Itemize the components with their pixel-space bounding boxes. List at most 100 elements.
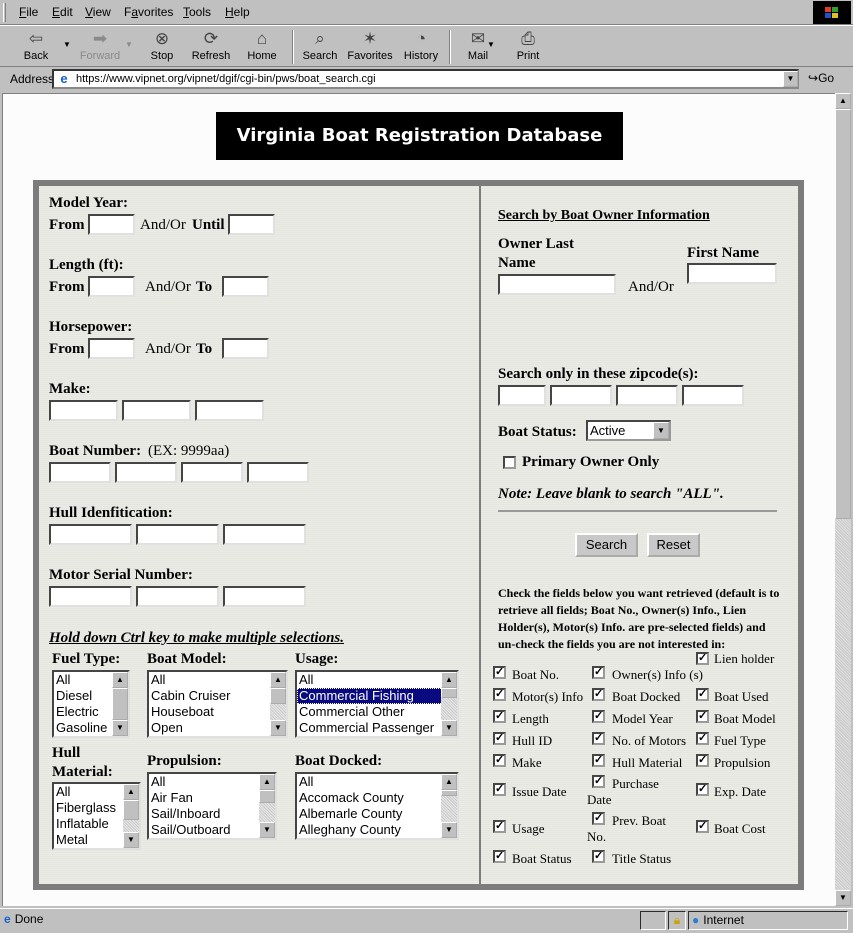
purchase-date-checkbox[interactable]: ✓ xyxy=(592,775,605,788)
scroll-thumb[interactable] xyxy=(123,800,139,820)
menu-view[interactable]: View xyxy=(85,5,111,19)
forward-button[interactable]: ➡ Forward xyxy=(76,28,124,66)
menu-file[interactable]: File xyxy=(19,5,38,19)
scroll-up-icon[interactable]: ▲ xyxy=(112,672,128,688)
scroll-up-icon[interactable]: ▲ xyxy=(441,774,457,790)
list-option[interactable]: Air Fan xyxy=(149,790,275,806)
length-from-input[interactable] xyxy=(88,276,135,297)
list-option[interactable]: All xyxy=(149,774,275,790)
boat-number-input-4[interactable] xyxy=(247,462,309,483)
scroll-down-icon[interactable]: ▼ xyxy=(112,720,128,736)
scroll-up-icon[interactable]: ▲ xyxy=(270,672,286,688)
boat-used-checkbox[interactable]: ✓ xyxy=(696,688,709,701)
make-input-3[interactable] xyxy=(195,400,264,421)
list-option[interactable]: Sail/Inboard xyxy=(149,806,275,822)
scroll-up-icon[interactable]: ▲ xyxy=(259,774,275,790)
list-option[interactable]: Commercial Passenger xyxy=(297,720,457,736)
hull-id-checkbox[interactable]: ✓ xyxy=(493,732,506,745)
model-year-until-input[interactable] xyxy=(228,214,275,235)
fuel-type-listbox[interactable]: All Diesel Electric Gasoline ▲ ▼ xyxy=(52,670,130,738)
hull-id-input-3[interactable] xyxy=(223,524,306,545)
list-option[interactable]: Albemarle County xyxy=(297,806,457,822)
zipcode-input-4[interactable] xyxy=(682,385,744,406)
list-option[interactable]: Alleghany County xyxy=(297,822,457,838)
reset-button[interactable]: Reset xyxy=(647,533,700,557)
hull-id-input-2[interactable] xyxy=(136,524,219,545)
stop-button[interactable]: ⊗ Stop xyxy=(140,28,184,66)
owner-last-name-input[interactable] xyxy=(498,274,616,295)
boat-status-select[interactable]: Active ▼ xyxy=(586,420,671,441)
list-option[interactable]: Open xyxy=(149,720,286,736)
scroll-up-icon[interactable]: ▲ xyxy=(835,93,851,109)
address-dropdown-icon[interactable]: ▼ xyxy=(783,71,798,87)
first-name-input[interactable] xyxy=(687,263,777,284)
zipcode-input-3[interactable] xyxy=(616,385,678,406)
address-input[interactable]: e https://www.vipnet.org/vipnet/dgif/cgi… xyxy=(52,69,799,89)
motor-serial-input-3[interactable] xyxy=(223,586,306,607)
make-input-2[interactable] xyxy=(122,400,191,421)
length-to-input[interactable] xyxy=(222,276,269,297)
back-button[interactable]: ⇦ Back xyxy=(14,28,58,66)
scroll-down-icon[interactable]: ▼ xyxy=(123,832,139,848)
menu-favorites[interactable]: Favorites xyxy=(124,5,173,19)
page-scrollbar[interactable]: ▲ ▼ xyxy=(835,93,851,906)
hull-material-checkbox[interactable]: ✓ xyxy=(592,754,605,767)
back-dropdown-icon[interactable]: ▼ xyxy=(63,40,71,49)
scroll-thumb[interactable] xyxy=(441,790,457,796)
no-of-motors-checkbox[interactable]: ✓ xyxy=(592,732,605,745)
issue-date-checkbox[interactable]: ✓ xyxy=(493,783,506,796)
usage-checkbox[interactable]: ✓ xyxy=(493,820,506,833)
primary-owner-checkbox[interactable] xyxy=(503,456,516,469)
scroll-down-icon[interactable]: ▼ xyxy=(835,890,851,906)
scroll-up-icon[interactable]: ▲ xyxy=(441,672,457,688)
motor-serial-input-2[interactable] xyxy=(136,586,219,607)
list-option[interactable]: Cabin Cruiser xyxy=(149,688,286,704)
boat-docked-scrollbar[interactable]: ▲ ▼ xyxy=(441,774,457,838)
fuel-type-scrollbar[interactable]: ▲ ▼ xyxy=(112,672,128,736)
scroll-down-icon[interactable]: ▼ xyxy=(441,720,457,736)
list-option[interactable]: All xyxy=(297,774,457,790)
make-input-1[interactable] xyxy=(49,400,118,421)
list-option[interactable]: All xyxy=(149,672,286,688)
model-year-checkbox[interactable]: ✓ xyxy=(592,710,605,723)
boat-no-checkbox[interactable]: ✓ xyxy=(493,666,506,679)
prev-boat-no-checkbox[interactable]: ✓ xyxy=(592,812,605,825)
refresh-button[interactable]: ⟳ Refresh xyxy=(188,28,234,66)
hull-material-listbox[interactable]: All Fiberglass Inflatable Metal ▲ ▼ xyxy=(52,782,141,850)
length-checkbox[interactable]: ✓ xyxy=(493,710,506,723)
go-button[interactable]: ↪Go xyxy=(808,71,834,85)
list-option[interactable]: Accomack County xyxy=(297,790,457,806)
horsepower-to-input[interactable] xyxy=(222,338,269,359)
favorites-button[interactable]: ✶ Favorites xyxy=(346,28,394,66)
model-year-from-input[interactable] xyxy=(88,214,135,235)
hull-material-scrollbar[interactable]: ▲ ▼ xyxy=(123,784,139,848)
list-option[interactable]: All xyxy=(297,672,457,688)
propulsion-checkbox[interactable]: ✓ xyxy=(696,754,709,767)
boat-model-scrollbar[interactable]: ▲ ▼ xyxy=(270,672,286,736)
boat-model-listbox[interactable]: All Cabin Cruiser Houseboat Open ▲ ▼ xyxy=(147,670,288,738)
boat-model-checkbox[interactable]: ✓ xyxy=(696,710,709,723)
propulsion-scrollbar[interactable]: ▲ ▼ xyxy=(259,774,275,838)
lien-holder-checkbox[interactable]: ✓ xyxy=(696,652,709,665)
address-url[interactable]: https://www.vipnet.org/vipnet/dgif/cgi-b… xyxy=(76,73,376,85)
owners-info-checkbox[interactable]: ✓ xyxy=(592,666,605,679)
search-button[interactable]: ⌕ Search xyxy=(298,28,342,66)
boat-cost-checkbox[interactable]: ✓ xyxy=(696,820,709,833)
search-submit-button[interactable]: Search xyxy=(575,533,638,557)
boat-docked-listbox[interactable]: All Accomack County Albemarle County Allegh… xyxy=(295,772,459,840)
scroll-thumb[interactable] xyxy=(441,688,457,698)
scroll-down-icon[interactable]: ▼ xyxy=(270,720,286,736)
title-status-checkbox[interactable]: ✓ xyxy=(592,850,605,863)
scroll-thumb[interactable] xyxy=(259,790,275,803)
horsepower-from-input[interactable] xyxy=(88,338,135,359)
list-option[interactable]: Houseboat xyxy=(149,704,286,720)
boat-docked-checkbox[interactable]: ✓ xyxy=(592,688,605,701)
mail-dropdown-icon[interactable]: ▼ xyxy=(487,40,495,49)
boat-status-checkbox[interactable]: ✓ xyxy=(493,850,506,863)
usage-listbox[interactable]: All Commercial Fishing Commercial Other Com… xyxy=(295,670,459,738)
make-checkbox[interactable]: ✓ xyxy=(493,754,506,767)
scroll-up-icon[interactable]: ▲ xyxy=(123,784,139,800)
boat-number-input-3[interactable] xyxy=(181,462,243,483)
boat-number-input-2[interactable] xyxy=(115,462,177,483)
motors-info-checkbox[interactable]: ✓ xyxy=(493,688,506,701)
